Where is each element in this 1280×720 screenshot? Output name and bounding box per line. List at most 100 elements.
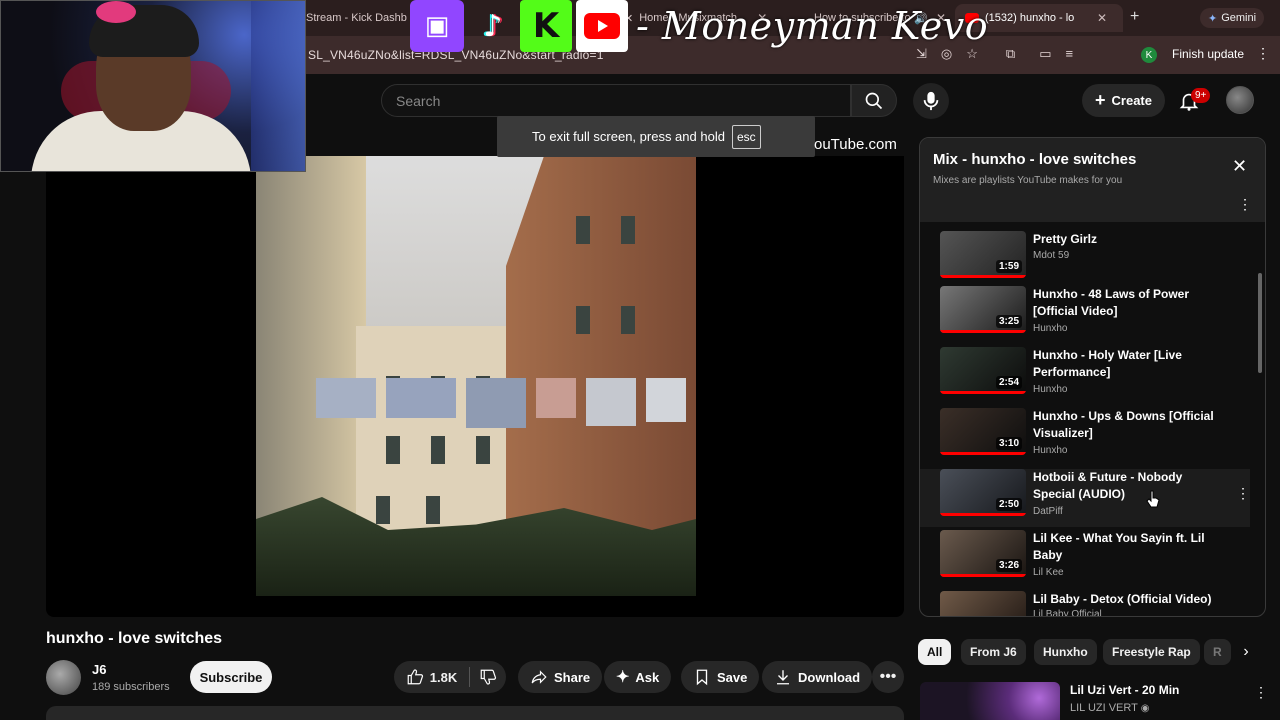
toast-message: To exit full screen, press and hold (532, 129, 725, 144)
ask-button[interactable]: ✦ Ask (604, 661, 672, 693)
download-button[interactable]: Download (762, 661, 873, 693)
duration-badge: 3:26 (995, 559, 1022, 572)
close-icon[interactable]: ✕ (1097, 11, 1107, 25)
item-channel: Hunxho (1033, 384, 1068, 395)
playlist-item[interactable]: 1:59 Pretty Girlz Mdot 59 (920, 231, 1250, 289)
playlist-item[interactable]: 3:25 Hunxho - 48 Laws of Power [Official… (920, 286, 1250, 344)
extensions-icon[interactable]: ⧉ (1006, 46, 1015, 62)
browser-profile-avatar[interactable]: K (1141, 47, 1157, 63)
browser-menu-icon[interactable]: ⋮ (1256, 45, 1270, 62)
duration-badge: 2:50 (995, 498, 1022, 511)
video-thumbnail[interactable]: 3:10 (940, 408, 1026, 455)
item-channel: Lil Baby Official (1033, 609, 1102, 617)
save-label: Save (717, 669, 748, 685)
new-tab-icon[interactable]: + (1130, 8, 1139, 26)
item-channel: DatPiff (1033, 506, 1063, 517)
video-thumbnail[interactable] (940, 591, 1026, 616)
gemini-label: Gemini (1221, 12, 1257, 24)
kick-icon: K (520, 0, 572, 52)
close-icon[interactable]: ✕ (1232, 156, 1247, 177)
video-thumbnail[interactable]: 2:54 (940, 347, 1026, 394)
social-icons-overlay: ▣ ♪ K (410, 0, 628, 52)
chip-from-j6[interactable]: From J6 (961, 639, 1026, 665)
thumbs-down-icon (480, 669, 497, 685)
share-button[interactable]: Share (518, 661, 603, 693)
chip-hunxho[interactable]: Hunxho (1034, 639, 1097, 665)
playlist-title[interactable]: Mix - hunxho - love switches (933, 151, 1136, 168)
playlist-item[interactable]: 3:26 Lil Kee - What You Sayin ft. Lil Ba… (920, 530, 1250, 588)
item-title: Lil Baby - Detox (Official Video) (1033, 592, 1212, 606)
search-button[interactable] (851, 84, 897, 117)
tab-title: Stream - Kick Dashb (306, 12, 407, 24)
chevron-right-icon[interactable]: › (1234, 640, 1258, 664)
playlist-header: Mix - hunxho - love switches Mixes are p… (920, 138, 1265, 222)
video-thumbnail[interactable]: 1:59 (940, 231, 1026, 278)
video-thumbnail[interactable]: 2:50 (940, 469, 1026, 516)
item-channel: Lil Kee (1033, 567, 1064, 578)
search-icon (865, 92, 883, 109)
channel-avatar[interactable] (46, 660, 81, 695)
like-count: 1.8K (429, 669, 458, 685)
create-button[interactable]: + Create (1082, 84, 1165, 117)
search-box (381, 84, 851, 117)
reading-list-icon[interactable]: ≡ (1066, 46, 1074, 62)
microphone-icon (923, 91, 939, 111)
recommendation-channel-name: LIL UZI VERT (1070, 702, 1138, 714)
sparkle-icon: ✦ (616, 669, 630, 686)
save-button[interactable]: Save (681, 661, 760, 693)
mix-playlist-panel: Mix - hunxho - love switches Mixes are p… (919, 137, 1266, 617)
youtube-icon (576, 0, 628, 52)
description-box[interactable] (46, 706, 904, 720)
item-channel: Mdot 59 (1033, 250, 1070, 261)
finish-update-button[interactable]: Finish update (1172, 47, 1244, 61)
duration-badge: 3:10 (995, 437, 1022, 450)
search-input[interactable] (396, 92, 850, 109)
item-menu-icon[interactable]: ⋮ (1236, 485, 1250, 502)
tiktok-icon: ♪ (483, 8, 503, 44)
recommendation-title[interactable]: Lil Uzi Vert - 20 Min (1070, 683, 1179, 697)
playlist-scrollbar[interactable] (1258, 273, 1262, 373)
esc-key: esc (731, 124, 761, 149)
playlist-subtitle: Mixes are playlists YouTube makes for yo… (933, 175, 1123, 186)
share-icon (531, 670, 547, 684)
account-avatar[interactable] (1226, 86, 1254, 114)
playlist-item[interactable]: 2:50 Hotboii & Future - Nobody Special (… (920, 469, 1250, 527)
bookmark-star-icon[interactable]: ☆ (966, 46, 978, 62)
recommendation-menu-icon[interactable]: ⋮ (1254, 684, 1268, 701)
video-thumbnail[interactable]: 3:25 (940, 286, 1026, 333)
video-frame[interactable] (256, 156, 696, 596)
tab-title: (1532) hunxho - lo (985, 12, 1075, 24)
playlist-item[interactable]: 2:54 Hunxho - Holy Water [Live Performan… (920, 347, 1250, 405)
playlist-menu-icon[interactable]: ⋮ (1238, 196, 1252, 213)
bookmark-icon (696, 669, 708, 686)
item-channel: Hunxho (1033, 323, 1068, 334)
gemini-button[interactable]: ✦ Gemini (1200, 8, 1265, 28)
video-thumbnail[interactable]: 3:26 (940, 530, 1026, 577)
channel-name[interactable]: J6 (92, 662, 106, 677)
voice-search-button[interactable] (913, 83, 949, 119)
like-button[interactable]: 1.8K (394, 661, 469, 693)
tab-search-icon[interactable]: ▭ (1039, 46, 1051, 62)
chip-all[interactable]: All (918, 639, 952, 665)
playlist-item[interactable]: 3:10 Hunxho - Ups & Downs [Official Visu… (920, 408, 1250, 466)
tab-kick-dashboard[interactable]: Stream - Kick Dashb (306, 4, 416, 32)
gemini-icon: ✦ (1208, 12, 1218, 25)
notification-badge: 9+ (1191, 88, 1211, 103)
recommendation-thumbnail[interactable] (920, 682, 1060, 720)
youtube-watermark: ouTube.com (814, 136, 897, 153)
item-channel: Hunxho (1033, 445, 1068, 456)
chip-freestyle-rap[interactable]: Freestyle Rap (1103, 639, 1200, 665)
item-title: Hotboii & Future - Nobody Special (AUDIO… (1033, 470, 1183, 501)
duration-badge: 1:59 (995, 260, 1022, 273)
subscribe-button[interactable]: Subscribe (190, 661, 272, 693)
eye-slash-icon[interactable]: ◎ (941, 46, 952, 62)
item-title: Hunxho - 48 Laws of Power [Official Vide… (1033, 287, 1190, 318)
more-actions-icon[interactable]: ••• (872, 661, 904, 693)
install-icon[interactable]: ⇲ (916, 46, 927, 62)
share-label: Share (554, 669, 591, 685)
playlist-item[interactable]: Lil Baby - Detox (Official Video) Lil Ba… (920, 591, 1250, 617)
twitch-icon: ▣ (410, 0, 464, 52)
dislike-button[interactable] (470, 661, 506, 693)
duration-badge: 2:54 (995, 376, 1022, 389)
chip-truncated[interactable]: R (1204, 639, 1231, 665)
